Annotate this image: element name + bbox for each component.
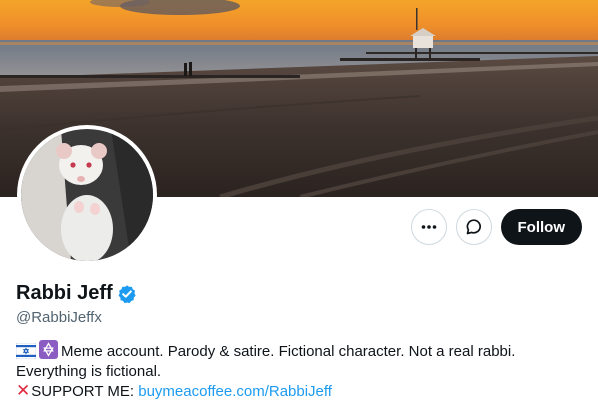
verified-badge-icon[interactable] xyxy=(117,284,137,304)
bio-line-1: Meme account. Parody & satire. Fictional… xyxy=(16,340,586,362)
israel-flag-icon xyxy=(16,343,36,359)
profile-bio: Meme account. Parody & satire. Fictional… xyxy=(16,340,586,402)
star-of-david-icon xyxy=(39,340,58,359)
profile-name-row: Rabbi Jeff xyxy=(16,282,137,305)
bio-text-1: Meme account. Parody & satire. Fictional… xyxy=(61,343,516,360)
display-name: Rabbi Jeff xyxy=(16,282,113,304)
red-x-icon: ✕ xyxy=(16,381,31,400)
profile-avatar[interactable] xyxy=(17,125,157,265)
follow-button[interactable]: Follow xyxy=(500,209,582,245)
more-horizontal-icon xyxy=(421,225,436,229)
bio-line-2: Everything is fictional. xyxy=(16,362,162,380)
profile-actions: Follow xyxy=(410,209,582,245)
profile-handle: @RabbiJeffx xyxy=(16,309,102,326)
message-button[interactable] xyxy=(455,209,492,245)
support-link[interactable]: buymeacoffee.com/RabbiJeff xyxy=(138,383,332,400)
message-bubble-icon xyxy=(466,219,481,235)
support-label: SUPPORT ME: xyxy=(31,383,139,400)
bio-line-3: ✕SUPPORT ME: buymeacoffee.com/RabbiJeff xyxy=(16,381,586,402)
avatar-image xyxy=(21,129,153,261)
more-button[interactable] xyxy=(410,209,447,245)
